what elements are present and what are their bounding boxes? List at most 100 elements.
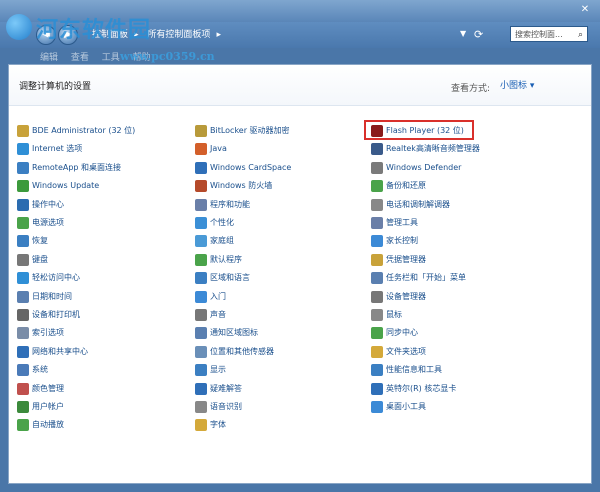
control-panel-item-label: 电源选项 [32,218,64,227]
control-panel-item-recovery[interactable]: 恢复 [17,233,48,249]
refresh-icon[interactable]: ⟳ [474,28,483,41]
control-panel-item-label: 字体 [210,420,226,430]
control-panel-item-sound[interactable]: 声音 [195,307,226,323]
menu-item[interactable]: 编辑 [40,53,58,63]
control-panel-item-cardspace[interactable]: Windows CardSpace [195,160,291,176]
control-panel-item-label: 程序和功能 [210,199,250,209]
control-panel-item-intel-graphics[interactable]: 英特尔(R) 核芯显卡 [371,381,456,397]
control-panel-item-internet-options[interactable]: Internet 选项 [17,141,82,157]
control-panel-item-label: BDE Administrator (32 位) [32,126,136,135]
control-panel-item-label: Windows 防火墙 [210,181,273,191]
control-panel-item-sync-center[interactable]: 同步中心 [371,325,418,341]
control-panel-item-folder-options[interactable]: 文件夹选项 [371,344,426,360]
breadcrumb-item[interactable]: 所有控制面板项 [147,30,210,40]
search-icon[interactable]: ⌕ [578,27,583,43]
control-panel-item-label: 个性化 [210,218,234,227]
control-panel-item-homegroup[interactable]: 家庭组 [195,233,234,249]
control-panel-item-speech-recognition[interactable]: 语音识别 [195,399,242,415]
control-panel-item-default-programs[interactable]: 默认程序 [195,252,242,268]
control-panel-item-label: 系统 [32,365,48,375]
control-panel-item-performance[interactable]: 性能信息和工具 [371,362,442,378]
control-panel-item-label: 文件夹选项 [386,346,426,356]
control-panel-item-devices-printers[interactable]: 设备和打印机 [17,307,80,323]
control-panel-item-date-time[interactable]: 日期和时间 [17,289,72,305]
control-panel-item-label: RemoteApp 和桌面连接 [32,162,122,172]
internet-options-icon [17,143,29,156]
control-panel-item-label: 任务栏和「开始」菜单 [386,273,466,283]
control-panel-item-bitlocker[interactable]: BitLocker 驱动器加密 [195,123,290,139]
backup-restore-icon [371,180,383,193]
control-panel-item-label: 桌面小工具 [386,402,426,411]
control-panel-item-backup-restore[interactable]: 备份和还原 [371,178,426,194]
sync-center-icon [371,327,383,340]
control-panel-item-admin-tools[interactable]: 管理工具 [371,215,418,231]
control-panel-item-label: 备份和还原 [386,181,426,191]
control-panel-item-label: 位置和其他传感器 [210,346,274,356]
cardspace-icon [195,161,207,174]
control-panel-item-action-center[interactable]: 操作中心 [17,197,64,213]
control-panel-item-fonts[interactable]: 字体 [195,417,226,433]
color-management-icon [17,382,29,395]
java-icon [195,143,207,156]
control-panel-item-device-manager[interactable]: 设备管理器 [371,289,426,305]
menu-item[interactable]: 工具 [102,53,120,63]
control-panel-item-taskbar-start[interactable]: 任务栏和「开始」菜单 [371,270,466,286]
view-by-dropdown[interactable]: 小图标 ▾ [495,77,539,95]
control-panel-item-location-sensors[interactable]: 位置和其他传感器 [195,344,274,360]
control-panel-item-label: 凭据管理器 [386,254,426,264]
control-panel-item-region-language[interactable]: 区域和语言 [195,270,250,286]
control-panel-item-label: 键盘 [32,254,48,264]
control-panel-item-notification-icons[interactable]: 通知区域图标 [195,325,258,341]
control-panel-item-autoplay[interactable]: 自动播放 [17,417,64,433]
control-panel-item-label: 网络和共享中心 [32,346,88,356]
control-panel-item-firewall[interactable]: Windows 防火墙 [195,178,272,194]
realtek-audio-icon [371,143,383,156]
control-panel-item-windows-update[interactable]: Windows Update [17,178,99,194]
control-panel-item-getting-started[interactable]: 入门 [195,289,226,305]
control-panel-item-ease-of-access[interactable]: 轻松访问中心 [17,270,80,286]
programs-features-icon [195,198,207,211]
control-panel-item-mouse[interactable]: 鼠标 [371,307,402,323]
firewall-icon [195,180,207,193]
address-dropdown-icon[interactable]: ▼ [460,29,466,38]
control-panel-item-remoteapp[interactable]: RemoteApp 和桌面连接 [17,160,121,176]
control-panel-item-programs-features[interactable]: 程序和功能 [195,197,250,213]
control-panel-item-label: Windows Update [32,181,100,191]
control-panel-item-phone-modem[interactable]: 电话和调制解调器 [371,197,450,213]
control-panel-item-color-management[interactable]: 颜色管理 [17,381,64,397]
control-panel-item-windows-defender[interactable]: Windows Defender [371,160,461,176]
control-panel-item-parental-controls[interactable]: 家长控制 [371,233,418,249]
control-panel-item-bde[interactable]: BDE Administrator (32 位) [17,123,135,139]
control-panel-item-label: 恢复 [32,236,48,246]
control-panel-item-realtek-audio[interactable]: Realtek高清晰音频管理器 [371,141,480,157]
user-accounts-icon [17,401,29,413]
date-time-icon [17,290,29,303]
control-panel-item-network-sharing[interactable]: 网络和共享中心 [17,344,88,360]
phone-modem-icon [371,198,383,211]
watermark-url: www.pc0359.cn [120,50,215,63]
parental-controls-icon [371,235,383,248]
windows-defender-icon [371,161,383,174]
control-panel-item-label: 鼠标 [386,310,402,319]
control-panel-item-personalization[interactable]: 个性化 [195,215,234,231]
control-panel-item-display[interactable]: 显示 [195,362,226,378]
control-panel-item-system[interactable]: 系统 [17,362,48,378]
control-panel-item-java[interactable]: Java [195,141,227,157]
search-input[interactable]: 搜索控制面... ⌕ [510,26,588,42]
control-panel-item-credential-manager[interactable]: 凭据管理器 [371,252,426,268]
control-panel-item-label: 同步中心 [386,328,418,338]
control-panel-item-user-accounts[interactable]: 用户帐户 [17,399,64,415]
control-panel-item-troubleshooting[interactable]: 疑难解答 [195,381,242,397]
system-icon [17,364,29,377]
control-panel-item-keyboard[interactable]: 键盘 [17,252,48,268]
search-placeholder: 搜索控制面... [515,30,563,39]
close-button[interactable]: ✕ [578,4,592,16]
control-panel-item-indexing[interactable]: 索引选项 [17,325,64,341]
menu-item[interactable]: 查看 [71,53,89,63]
control-panel-item-power-options[interactable]: 电源选项 [17,215,64,231]
power-options-icon [17,217,29,229]
control-panel-item-gadgets[interactable]: 桌面小工具 [371,399,426,415]
control-panel-item-label: 自动播放 [32,420,64,430]
control-panel-item-label: 操作中心 [32,199,64,209]
watermark-text: 河东软件园 [36,17,152,43]
